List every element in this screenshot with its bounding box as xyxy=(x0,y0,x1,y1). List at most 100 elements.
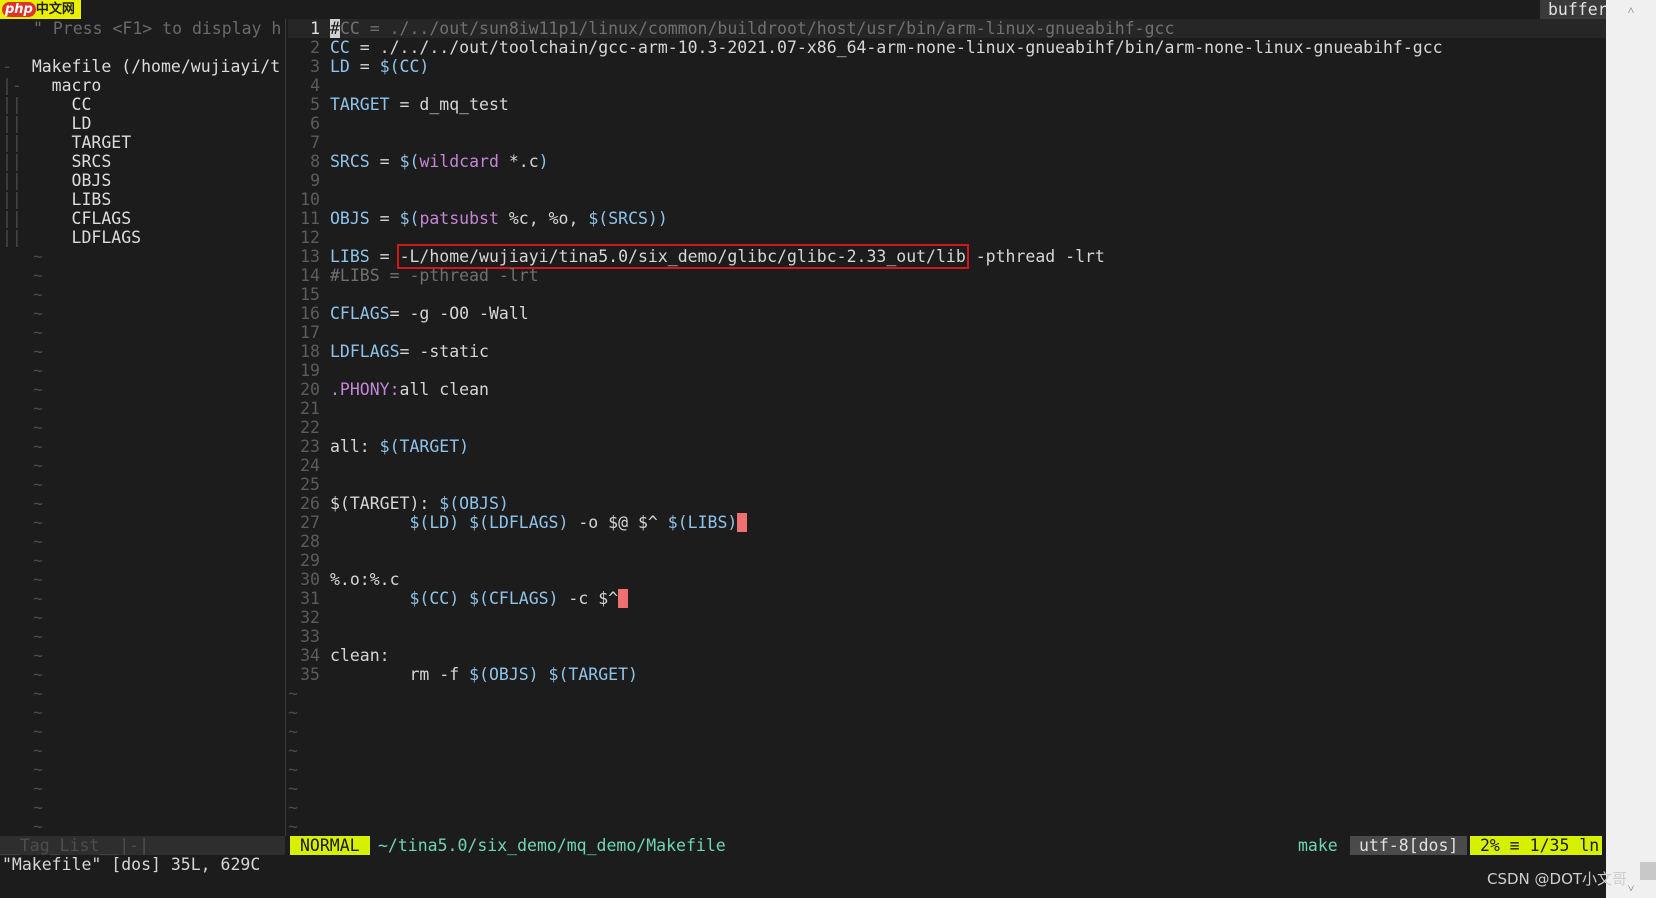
line-number: 23 xyxy=(300,437,320,456)
code-token: CC xyxy=(330,38,350,57)
taglist-item[interactable]: || LD xyxy=(2,114,91,133)
code-token: $(CC) $(CFLAGS) xyxy=(409,589,559,608)
taglist-item-label[interactable]: macro xyxy=(52,76,102,95)
tilde-marker: ~ xyxy=(33,779,43,798)
tilde-marker: ~ xyxy=(33,760,43,779)
scrollbar[interactable]: ˄ ˅ xyxy=(1606,0,1656,898)
code-line[interactable]: TARGET = d_mq_test xyxy=(330,95,509,114)
line-number: 25 xyxy=(300,475,320,494)
code-line[interactable]: LD = $(CC) xyxy=(330,57,429,76)
watermark-text: CSDN @DOT小文哥 xyxy=(1487,870,1628,888)
status-line: __Tag_List__|-| NORMAL ~/tina5.0/six_dem… xyxy=(0,836,1619,855)
tilde-marker: ~ xyxy=(288,760,298,779)
code-token: clean: xyxy=(330,646,390,665)
taglist-item[interactable]: || TARGET xyxy=(2,133,131,152)
taglist-item-label[interactable]: TARGET xyxy=(72,133,132,152)
code-token: all: xyxy=(330,437,380,456)
taglist-item-label[interactable]: SRCS xyxy=(72,152,112,171)
code-line[interactable]: $(CC) $(CFLAGS) -c $^ xyxy=(330,589,629,608)
tabline: php 中文网 buffers xyxy=(0,0,1626,19)
taglist-item[interactable]: || LIBS xyxy=(2,190,111,209)
code-line[interactable]: LDFLAGS= -static xyxy=(330,342,489,361)
taglist-item[interactable]: - Makefile (/home/wujiayi/t xyxy=(2,57,280,76)
line-number: 27 xyxy=(300,513,320,532)
taglist-item[interactable]: |- macro xyxy=(2,76,101,95)
line-number: 22 xyxy=(300,418,320,437)
scroll-up-icon[interactable]: ˄ xyxy=(1606,0,1656,20)
taglist-item-label[interactable]: LD xyxy=(72,114,92,133)
taglist-item[interactable]: || OBJS xyxy=(2,171,111,190)
tilde-marker: ~ xyxy=(33,418,43,437)
taglist-item[interactable]: || CFLAGS xyxy=(2,209,131,228)
tree-guide: || xyxy=(2,114,72,133)
code-token: $(OBJS) $(TARGET) xyxy=(469,665,638,684)
tree-guide: |- xyxy=(2,76,52,95)
tree-guide: || xyxy=(2,190,72,209)
tree-guide: || xyxy=(2,133,72,152)
tilde-marker: ~ xyxy=(33,342,43,361)
line-number: 34 xyxy=(300,646,320,665)
code-token: CC = ./../out/sun8iw11p1/linux/common/bu… xyxy=(339,19,1175,38)
code-token: LDFLAGS xyxy=(330,342,400,361)
taglist-item[interactable]: || LDFLAGS xyxy=(2,228,141,247)
tilde-marker: ~ xyxy=(288,684,298,703)
taglist-item-label[interactable]: LIBS xyxy=(72,190,112,209)
tilde-marker: ~ xyxy=(33,741,43,760)
code-token: TARGET xyxy=(330,95,390,114)
editor-pane[interactable]: 1 #CC = ./../out/sun8iw11p1/linux/common/… xyxy=(288,19,1606,836)
filetype: make xyxy=(1298,836,1338,855)
line-number: 29 xyxy=(300,551,320,570)
code-token: = xyxy=(369,209,400,228)
code-token: patsubst xyxy=(419,209,499,228)
code-line[interactable]: #LIBS = -pthread -lrt xyxy=(330,266,539,285)
taglist-item-label[interactable]: CFLAGS xyxy=(72,209,132,228)
code-line[interactable]: SRCS = $(wildcard *.c) xyxy=(330,152,549,171)
code-token: rm -f xyxy=(330,665,470,684)
code-line[interactable]: #CC = ./../out/sun8iw11p1/linux/common/b… xyxy=(330,19,1174,38)
taglist-item[interactable]: || SRCS xyxy=(2,152,111,171)
code-line[interactable]: .PHONY:all clean xyxy=(330,380,489,399)
line-number: 21 xyxy=(300,399,320,418)
code-line[interactable]: $(TARGET): $(OBJS) xyxy=(330,494,509,513)
taglist-item-label[interactable]: OBJS xyxy=(72,171,112,190)
code-token: LD xyxy=(330,57,350,76)
code-token: $( xyxy=(399,152,420,171)
line-number: 20 xyxy=(300,380,320,399)
code-token: $( xyxy=(399,209,420,228)
code-line[interactable]: CC = ./../../out/toolchain/gcc-arm-10.3-… xyxy=(330,38,1443,57)
cursor-position: 2% ≡ 1/35 ln:1 xyxy=(1470,836,1619,855)
code-line[interactable]: clean: xyxy=(330,646,390,665)
taglist-item[interactable]: || CC xyxy=(2,95,91,114)
code-token: = xyxy=(369,152,400,171)
code-line[interactable]: all: $(TARGET) xyxy=(330,437,469,456)
code-token: -c $^ xyxy=(558,589,619,608)
code-line[interactable]: %.o:%.c xyxy=(330,570,400,589)
code-line[interactable]: LIBS = -L/home/wujiayi/tina5.0/six_demo/… xyxy=(330,244,1105,269)
tilde-marker: ~ xyxy=(33,608,43,627)
code-line[interactable]: CFLAGS= -g -O0 -Wall xyxy=(330,304,529,323)
taglist-item-label[interactable]: LDFLAGS xyxy=(72,228,142,247)
tilde-marker: ~ xyxy=(33,437,43,456)
code-token: *.c xyxy=(498,152,539,171)
code-line[interactable]: OBJS = $(patsubst %c, %o, $(SRCS)) xyxy=(330,209,668,228)
code-line[interactable]: rm -f $(OBJS) $(TARGET) xyxy=(330,665,638,684)
line-number: 26 xyxy=(300,494,320,513)
tilde-marker: ~ xyxy=(288,741,298,760)
tilde-marker: ~ xyxy=(288,722,298,741)
code-token: $(LD) $(LDFLAGS) xyxy=(409,513,569,532)
code-line[interactable]: $(LD) $(LDFLAGS) -o $@ $^ $(LIBS) xyxy=(330,513,748,532)
tilde-marker: ~ xyxy=(33,627,43,646)
code-token: $(OBJS) xyxy=(439,494,509,513)
command-line[interactable]: "Makefile" [dos] 35L, 629C xyxy=(2,855,260,874)
tilde-marker: ~ xyxy=(33,684,43,703)
file-path: ~/tina5.0/six_demo/mq_demo/Makefile xyxy=(378,836,726,855)
tilde-marker: ~ xyxy=(33,361,43,380)
tilde-marker: ~ xyxy=(33,380,43,399)
taglist-item-label[interactable]: CC xyxy=(72,95,92,114)
taglist-item-label[interactable]: Makefile (/home/wujiayi/t xyxy=(32,57,280,76)
code-token: $(LIBS) xyxy=(667,513,738,532)
tilde-marker: ~ xyxy=(33,266,43,285)
taglist-pane[interactable]: " Press <F1> to display h- Makefile (/ho… xyxy=(0,19,285,836)
line-number: 5 xyxy=(310,95,320,114)
mode-indicator: NORMAL xyxy=(290,836,370,855)
